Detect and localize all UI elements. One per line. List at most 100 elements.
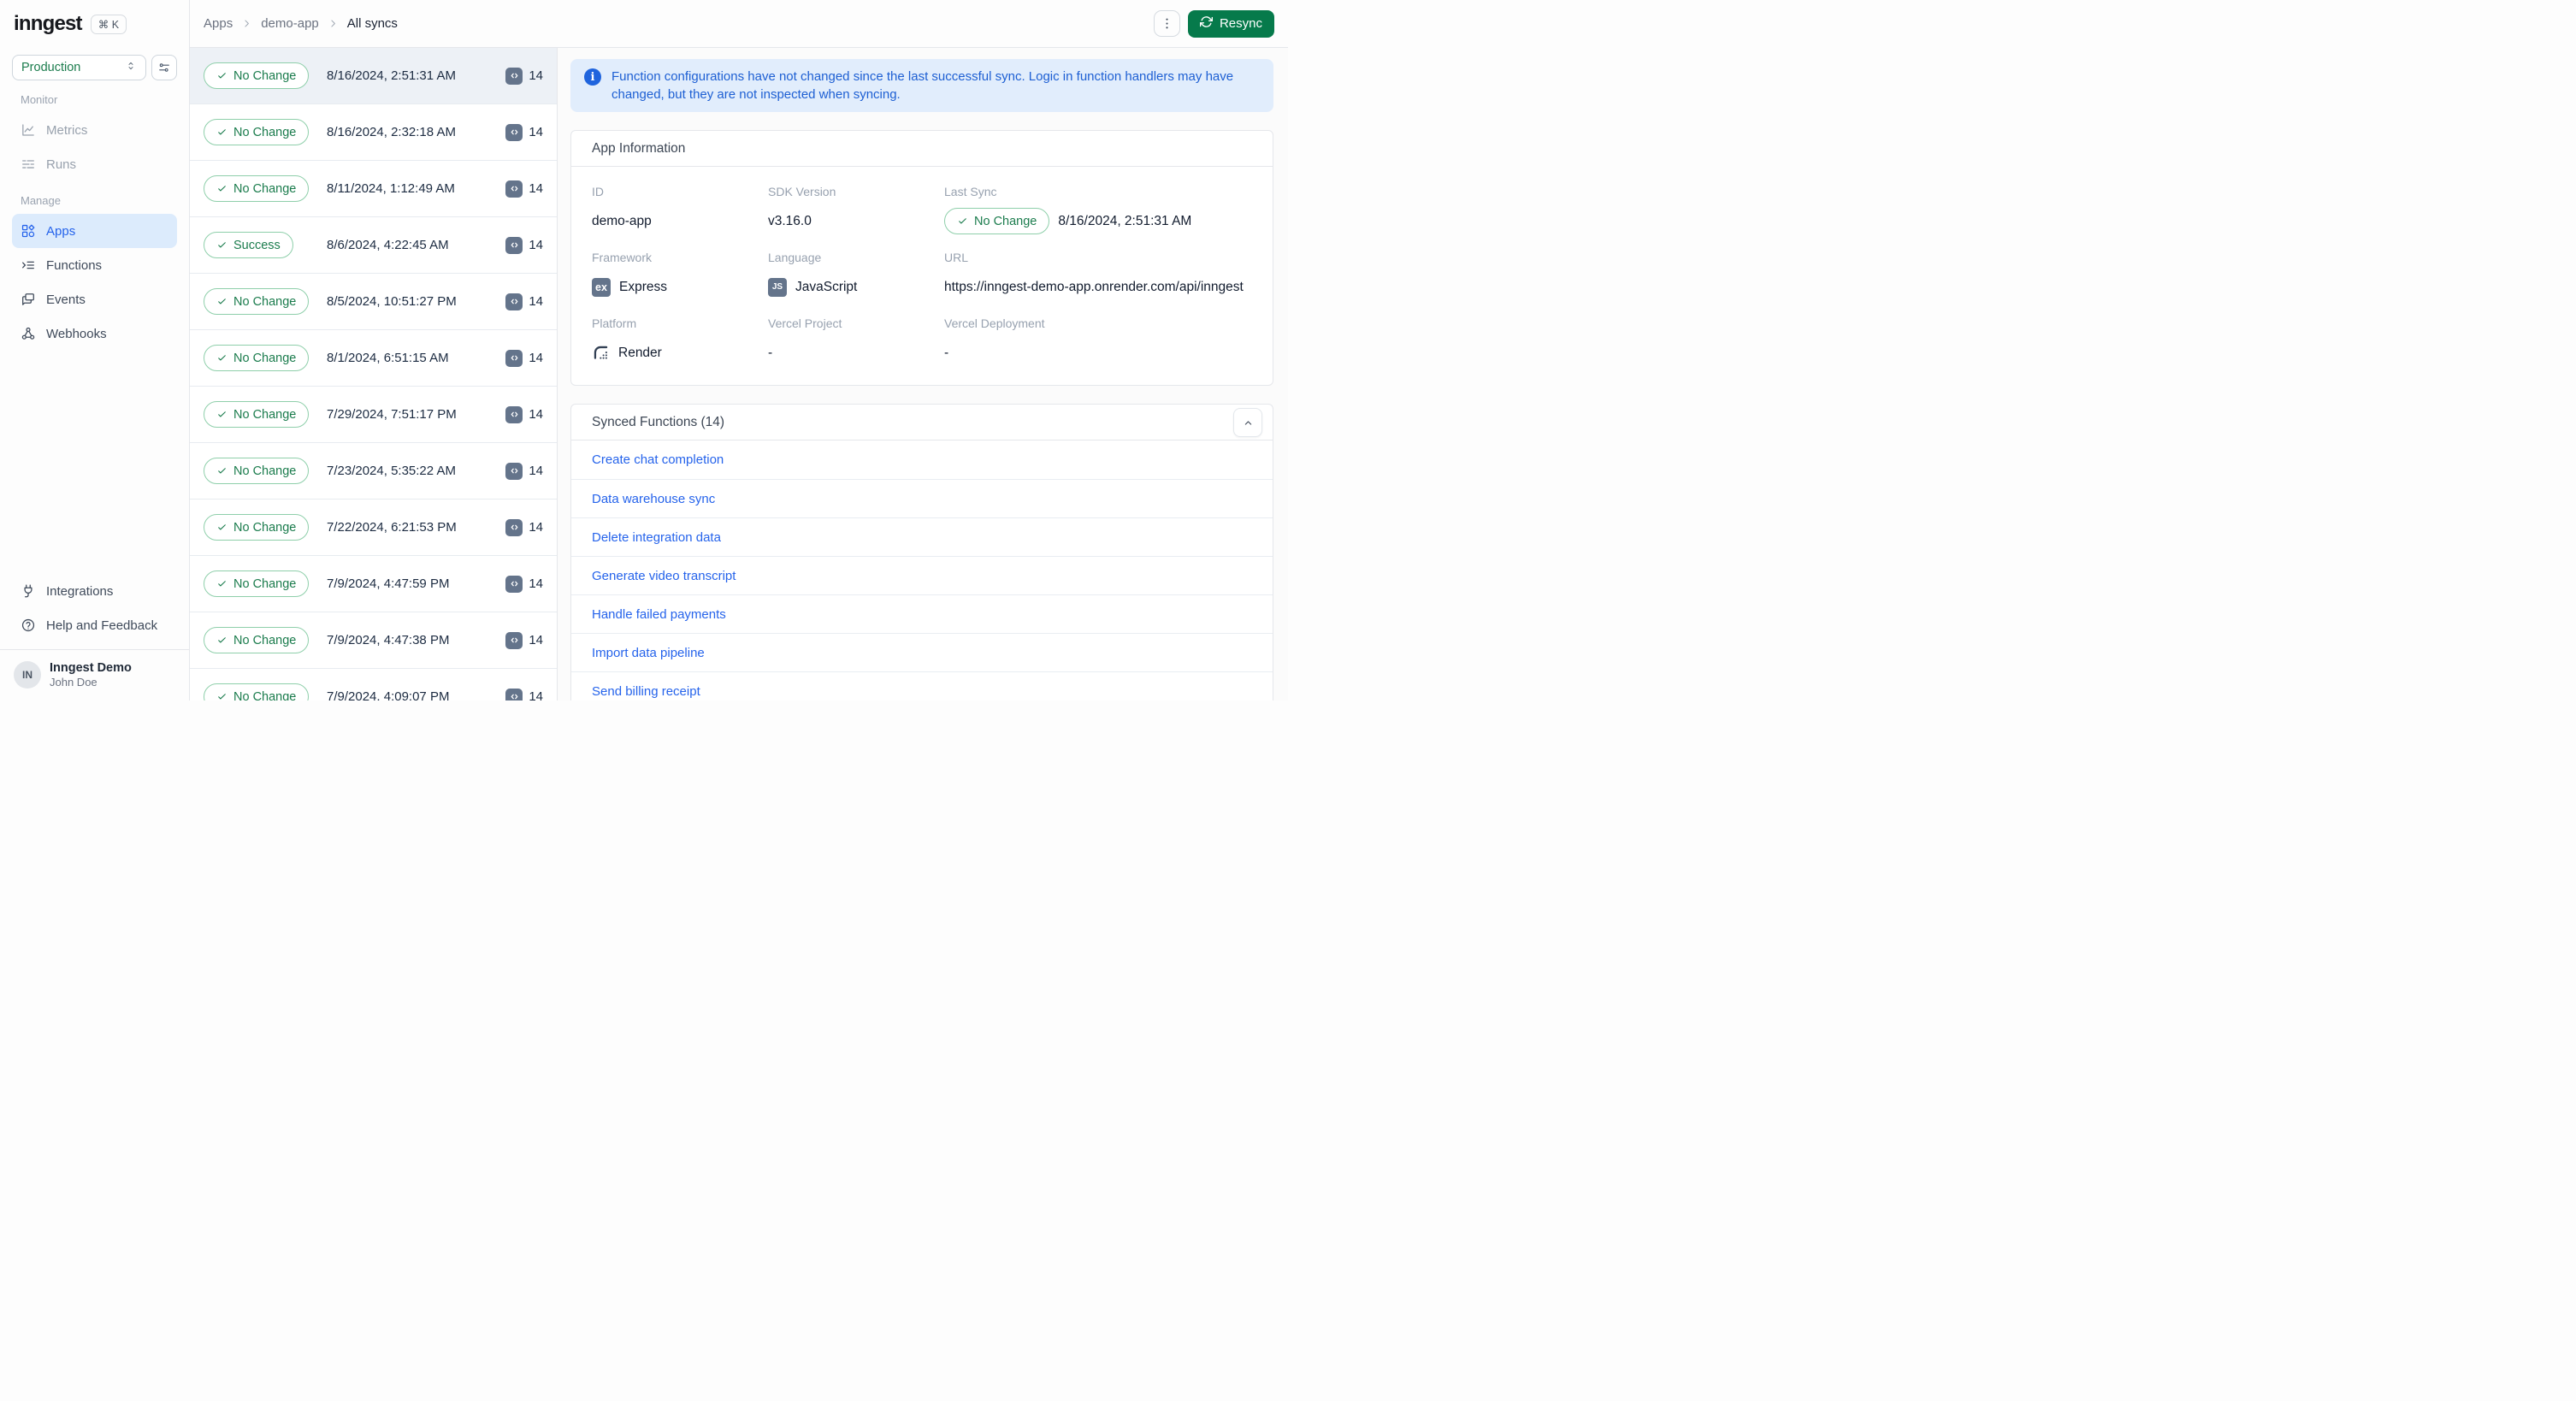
code-icon xyxy=(511,581,518,587)
chevron-right-icon xyxy=(331,20,335,27)
sidebar-item-apps[interactable]: Apps xyxy=(12,214,177,248)
sync-status-label: Success xyxy=(233,238,281,252)
sync-list-item[interactable]: No Change 7/9/2024, 4:09:07 PM 14 xyxy=(190,669,557,700)
environment-settings-button[interactable] xyxy=(151,55,177,80)
function-link[interactable]: Create chat completion xyxy=(592,452,724,467)
breadcrumb: Apps demo-app All syncs xyxy=(204,16,398,31)
synced-functions-header: Synced Functions (14) xyxy=(571,405,1273,440)
field-label: SDK Version xyxy=(768,185,836,198)
code-icon xyxy=(505,349,523,367)
account-menu[interactable]: IN Inngest Demo John Doe xyxy=(12,650,177,700)
check-icon xyxy=(218,581,226,587)
help-circle-icon xyxy=(21,618,35,632)
sync-timestamp: 7/9/2024, 4:47:59 PM xyxy=(327,576,450,591)
field-value-text: - xyxy=(768,345,773,360)
resync-icon xyxy=(1199,15,1214,32)
info-banner-text: Function configurations have not changed… xyxy=(612,69,1234,102)
resync-label: Resync xyxy=(1219,16,1262,31)
info-banner: i Function configurations have not chang… xyxy=(570,59,1273,112)
sidebar-item-integrations[interactable]: Integrations xyxy=(12,574,177,608)
function-link[interactable]: Generate video transcript xyxy=(592,569,736,583)
sidebar-item-label: Runs xyxy=(46,157,77,172)
function-count: 14 xyxy=(529,125,543,139)
more-options-button[interactable] xyxy=(1153,10,1180,37)
code-icon xyxy=(505,293,523,310)
breadcrumb-item-demo-app[interactable]: demo-app xyxy=(261,16,319,31)
sync-status-label: No Change xyxy=(233,689,297,701)
sync-timestamp: 8/16/2024, 2:51:31 AM xyxy=(327,68,456,83)
check-icon xyxy=(218,524,226,530)
sync-status-badge: Success xyxy=(204,232,293,258)
sync-list: No Change 8/16/2024, 2:51:31 AM 14 No Ch… xyxy=(190,48,558,700)
environment-selector[interactable]: Production xyxy=(12,55,146,80)
environment-row: Production xyxy=(12,55,177,80)
environment-label: Production xyxy=(21,61,81,74)
sidebar-item-runs[interactable]: Runs xyxy=(12,147,177,181)
function-link[interactable]: Import data pipeline xyxy=(592,646,705,660)
sync-list-item[interactable]: No Change 8/1/2024, 6:51:15 AM 14 xyxy=(190,330,557,387)
code-icon xyxy=(505,180,523,198)
sync-list-item[interactable]: No Change 7/29/2024, 7:51:17 PM 14 xyxy=(190,387,557,443)
resync-button[interactable]: Resync xyxy=(1187,9,1274,38)
sync-list-item[interactable]: No Change 7/23/2024, 5:35:22 AM 14 xyxy=(190,443,557,500)
sidebar-item-label: Events xyxy=(46,292,86,307)
sidebar-item-help-and-feedback[interactable]: Help and Feedback xyxy=(12,608,177,642)
sidebar-item-webhooks[interactable]: Webhooks xyxy=(12,316,177,351)
code-icon xyxy=(511,468,518,474)
sync-status-label: No Change xyxy=(233,633,297,647)
plug-icon xyxy=(24,584,32,598)
function-link[interactable]: Data warehouse sync xyxy=(592,492,715,506)
function-count: 14 xyxy=(529,351,543,365)
chevron-up-icon xyxy=(1244,420,1251,425)
org-name: Inngest Demo xyxy=(50,661,132,675)
code-icon xyxy=(505,67,523,85)
code-icon xyxy=(511,637,518,643)
sidebar-item-functions[interactable]: Functions xyxy=(12,248,177,282)
refresh-icon xyxy=(1199,16,1214,27)
sidebar-item-label: Metrics xyxy=(46,122,88,138)
inngest-logo[interactable]: inngest xyxy=(14,12,83,36)
function-count: 14 xyxy=(529,407,543,422)
sync-list-item[interactable]: No Change 8/5/2024, 10:51:27 PM 14 xyxy=(190,274,557,330)
sync-list-item[interactable]: No Change 8/16/2024, 2:51:31 AM 14 xyxy=(190,48,557,104)
sync-status-badge: No Change xyxy=(204,119,310,145)
render-icon xyxy=(592,344,610,362)
app-info-grid: ID demo-app SDK Version v3.16.0 Last Syn… xyxy=(571,167,1273,385)
code-icon xyxy=(511,411,518,417)
code-icon xyxy=(511,299,518,304)
function-link[interactable]: Send billing receipt xyxy=(592,684,700,699)
avatar: IN xyxy=(14,661,41,689)
function-count: 14 xyxy=(529,576,543,591)
sync-list-item[interactable]: No Change 8/11/2024, 1:12:49 AM 14 xyxy=(190,161,557,217)
last-sync-status-badge: No Change xyxy=(944,208,1050,234)
app-info-field-sdk-version: SDK Version v3.16.0 xyxy=(768,184,944,234)
sync-list-item[interactable]: No Change 8/16/2024, 2:32:18 AM 14 xyxy=(190,104,557,161)
code-icon xyxy=(505,631,523,649)
breadcrumb-item-apps[interactable]: Apps xyxy=(204,16,233,31)
sync-list-item[interactable]: No Change 7/22/2024, 6:21:53 PM 14 xyxy=(190,500,557,556)
sync-status-label: No Change xyxy=(233,125,297,139)
code-icon xyxy=(511,694,518,700)
sync-list-item[interactable]: No Change 7/9/2024, 4:47:38 PM 14 xyxy=(190,612,557,669)
field-label: URL xyxy=(944,251,969,264)
app-information-title: App Information xyxy=(592,140,686,156)
synced-function-row: Handle failed payments xyxy=(571,594,1273,633)
sync-list-item[interactable]: Success 8/6/2024, 4:22:45 AM 14 xyxy=(190,217,557,274)
command-k-shortcut[interactable]: ⌘ K xyxy=(90,14,127,34)
inngest-dashboard: inngest ⌘ K Production Monitor Metrics R… xyxy=(0,0,1288,700)
check-icon xyxy=(218,694,226,700)
code-icon xyxy=(505,236,523,254)
synced-function-row: Generate video transcript xyxy=(571,556,1273,594)
express-icon: ex xyxy=(592,277,611,297)
synced-functions-list: Create chat completion Data warehouse sy… xyxy=(571,440,1273,700)
function-link[interactable]: Delete integration data xyxy=(592,530,721,545)
sidebar-item-events[interactable]: Events xyxy=(12,282,177,316)
section-label-manage: Manage xyxy=(21,194,61,207)
function-link[interactable]: Handle failed payments xyxy=(592,607,726,622)
user-name: John Doe xyxy=(50,676,97,689)
check-icon xyxy=(959,218,966,224)
collapse-button[interactable] xyxy=(1233,408,1262,437)
sidebar-item-metrics[interactable]: Metrics xyxy=(12,113,177,147)
synced-function-row: Send billing receipt xyxy=(571,671,1273,700)
sync-list-item[interactable]: No Change 7/9/2024, 4:47:59 PM 14 xyxy=(190,556,557,612)
